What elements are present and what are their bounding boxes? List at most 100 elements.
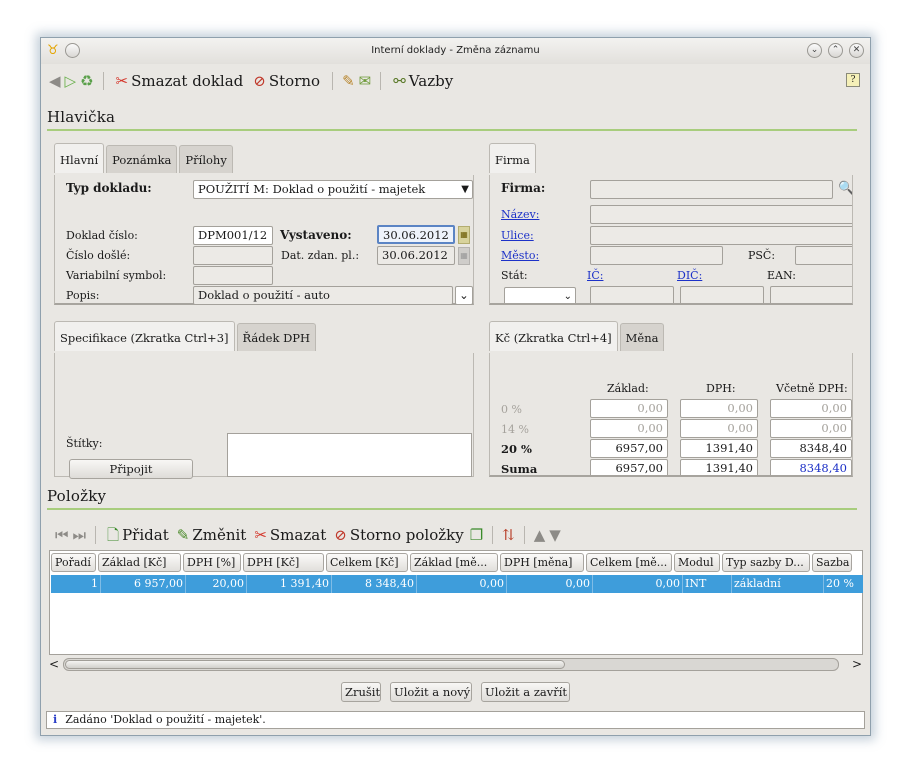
popis-dropdown-button[interactable]: ⌄ [455,286,473,305]
move-up-icon[interactable]: ▲ [534,527,546,543]
ulice-link[interactable]: Ulice: [501,229,534,242]
scroll-right-icon[interactable]: > [852,656,862,672]
nazev-field[interactable] [590,205,852,224]
nazev-link[interactable]: Název: [501,208,539,221]
delete-document-button[interactable]: ✂ Smazat doklad [113,72,247,90]
window-title: Interní doklady - Změna záznamu [371,45,540,56]
tab-kc[interactable]: Kč (Zkratka Ctrl+4] [489,321,618,351]
ic-field[interactable] [590,286,674,303]
col-zaklad-header: Základ: [607,382,649,395]
col-header-dph-pct[interactable]: DPH [%] [183,553,241,572]
edit-item-label: Změnit [192,526,247,544]
col-header-dph-mena[interactable]: DPH [měna] [500,553,584,572]
col-header-sazba[interactable]: Sazba [812,553,852,572]
scroll-thumb[interactable] [65,660,565,669]
cell-dph-mena: 0,00 [507,575,593,593]
psc-label: PSČ: [748,249,776,262]
vat-vcetne-field: 8348,40 [770,439,852,458]
typ-dokladu-select[interactable]: POUŽITÍ M: Doklad o použití - majetek ▼ [193,180,473,199]
dic-field[interactable] [680,286,764,303]
cell-celkem-kc: 8 348,40 [332,575,417,593]
export-icon[interactable]: ✎ [342,73,355,89]
tab-radek-dph[interactable]: Řádek DPH [236,323,317,351]
vat-vcetne-field: 0,00 [770,399,852,418]
move-down-icon[interactable]: ▼ [549,527,561,543]
scroll-track[interactable] [63,658,839,671]
search-icon[interactable]: 🔍 [838,181,852,197]
vystaveno-label: Vystaveno: [280,228,352,242]
doklad-cislo-field[interactable]: DPM001/12 [193,226,273,245]
mesto-field[interactable] [590,246,723,265]
help-icon[interactable]: ? [846,73,860,87]
zrusit-button[interactable]: Zrušit [341,682,381,702]
minimize-button[interactable]: ⌄ [807,43,822,58]
cell-sazba: 20 % [826,577,854,590]
stat-select[interactable]: ⌄ [504,287,576,303]
variabilni-symbol-field[interactable] [193,266,273,285]
add-item-button[interactable]: 🗋 Přidat [105,526,171,544]
last-record-icon[interactable]: ⏭ [73,527,87,543]
close-button[interactable]: ✕ [849,43,864,58]
tab-poznamka[interactable]: Poznámka [106,145,178,173]
spec-panel: Štítky: Připojit [54,353,474,479]
scroll-left-icon[interactable]: < [49,656,59,672]
back-arrow-icon[interactable]: ◀ [49,73,61,89]
calendar-icon[interactable]: ▦ [458,226,470,244]
storno-item-button[interactable]: ⊘ Storno položky [332,526,465,544]
maximize-button[interactable]: ⌃ [828,43,843,58]
col-header-celkem-kc[interactable]: Celkem [Kč] [326,553,408,572]
col-header-zaklad-mena[interactable]: Základ [mě... [410,553,498,572]
storno-button[interactable]: ⊘ Storno [250,72,323,90]
col-header-modul[interactable]: Modul [674,553,720,572]
grid-header: Pořadí Základ [Kč] DPH [%] DPH [Kč] Celk… [50,551,852,573]
import-icon[interactable]: ✉ [359,73,372,89]
calendar-disabled-icon: ▦ [458,247,470,265]
tab-firma[interactable]: Firma [489,143,536,173]
ulice-field[interactable] [590,226,852,245]
first-record-icon[interactable]: ⏮ [55,527,69,543]
links-button[interactable]: ⚯ Vazby [390,72,456,90]
vat-dph-field: 0,00 [680,419,758,438]
horizontal-scrollbar[interactable]: < > [49,656,863,672]
pripojit-button[interactable]: Připojit [69,459,193,479]
vystaveno-field[interactable]: 30.06.2012 [377,225,455,244]
tab-mena[interactable]: Měna [619,323,665,351]
popis-field[interactable]: Doklad o použití - auto [193,286,453,305]
col-header-typ-sazby[interactable]: Typ sazby D... [722,553,810,572]
ean-field[interactable] [770,286,852,303]
copy-icon[interactable]: ❐ [470,527,483,543]
delete-document-label: Smazat doklad [131,72,244,90]
dat-zdan-label: Dat. zdan. pl.: [281,249,360,262]
refresh-icon[interactable]: ♻ [80,73,93,89]
col-header-poradi[interactable]: Pořadí [51,553,96,572]
header-rule [47,129,857,131]
tab-specifikace[interactable]: Specifikace (Zkratka Ctrl+3] [54,321,235,351]
ulozit-novy-button[interactable]: Uložit a nový [390,682,472,702]
mesto-link[interactable]: Město: [501,249,539,262]
col-header-celkem-mena[interactable]: Celkem [mě... [586,553,672,572]
delete-item-button[interactable]: ✂ Smazat [252,526,328,544]
edit-item-button[interactable]: ✎ Změnit [175,526,249,544]
col-header-zaklad-kc[interactable]: Základ [Kč] [98,553,181,572]
sort-icon[interactable]: ⇅ [502,527,515,543]
ic-link[interactable]: IČ: [587,269,603,282]
col-header-dph-kc[interactable]: DPH [Kč] [243,553,324,572]
doklad-cislo-label: Doklad číslo: [66,229,138,242]
tab-prilohy[interactable]: Přílohy [179,145,233,173]
storno-icon: ⊘ [253,72,266,90]
chevron-down-icon: ⌄ [459,288,469,302]
forward-arrow-icon[interactable]: ▷ [65,73,77,89]
ulozit-zavrit-button[interactable]: Uložit a zavřít [481,682,570,702]
ean-label: EAN: [767,269,796,282]
psc-field[interactable] [795,246,852,265]
cislo-dosle-label: Číslo došlé: [66,249,131,262]
table-row[interactable]: 1 6 957,00 20,00 1 391,40 8 348,40 0,00 … [51,575,863,593]
cislo-dosle-field[interactable] [193,246,273,265]
dic-link[interactable]: DIČ: [677,269,702,282]
stitky-textbox[interactable] [227,433,472,477]
dat-zdan-field[interactable]: 30.06.2012 [377,246,455,265]
tab-hlavni[interactable]: Hlavní [54,143,105,173]
firma-field[interactable] [590,180,833,199]
vat-panel: Základ: DPH: Včetně DPH: 0 % 0,00 0,00 0… [489,353,853,477]
cell-modul: INT [683,575,732,593]
